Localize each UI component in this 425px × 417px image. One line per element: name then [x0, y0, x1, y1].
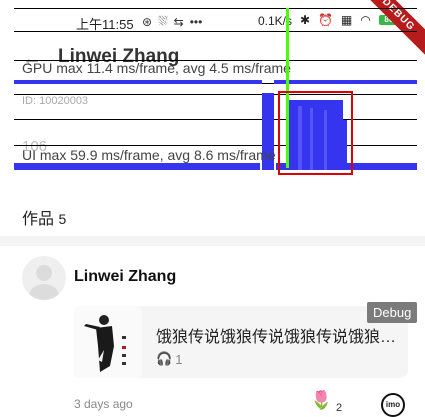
app-icon: ⛆ — [158, 14, 168, 28]
notification-icon: ⊛ — [142, 14, 153, 29]
headphones-icon: 🎧 — [156, 351, 173, 366]
ui-spike-bar — [287, 100, 343, 170]
play-count: 🎧 1 — [156, 351, 182, 367]
avatar-placeholder-head — [36, 265, 52, 281]
ui-perf-label: UI max 59.9 ms/frame, avg 8.6 ms/frame — [22, 147, 276, 163]
work-title: 饿狼传说饿狼传说饿狼传说饿狼传说 — [156, 329, 402, 346]
ui-baseline-bar — [276, 163, 417, 170]
works-heading: 作品 5 — [22, 205, 66, 229]
works-count: 5 — [58, 211, 67, 227]
ui-baseline-bar — [14, 163, 260, 170]
ui-spike-bar — [298, 106, 302, 170]
avatar[interactable] — [22, 256, 66, 300]
ui-spike-bar — [262, 93, 274, 170]
works-label: 作品 — [22, 211, 55, 228]
ui-spike-bar — [310, 108, 313, 170]
imo-button[interactable]: imo — [381, 393, 405, 417]
avatar-placeholder-body — [29, 284, 59, 300]
profile-stat: 106 — [22, 138, 48, 155]
dancer-image — [74, 306, 142, 378]
play-count-value: 1 — [175, 351, 183, 367]
work-card[interactable]: 饿狼传说饿狼传说饿狼传说饿狼传说 🎧 1 — [74, 306, 408, 378]
gpu-baseline-bar — [274, 80, 417, 84]
network-speed: 0.1K/s — [258, 14, 293, 28]
profile-id: ID: 10020003 — [22, 95, 89, 107]
flower-icon[interactable]: 🌷 — [310, 390, 332, 411]
status-icons: ⊛ ⛆ ⇆ ••• — [142, 14, 202, 29]
status-bar: 上午11:55 ⊛ ⛆ ⇆ ••• 0.1K/s ✱ ⏰ ▦ ◠ 80 — [0, 0, 425, 42]
wifi-icon: ◠ — [360, 13, 371, 27]
perf-gridline — [14, 119, 417, 120]
status-time: 上午11:55 — [76, 17, 134, 32]
profile-name: Linwei Zhang — [58, 46, 180, 67]
alarm-icon: ⏰ — [318, 13, 334, 27]
section-divider — [0, 236, 425, 246]
translate-icon: ⇆ — [173, 14, 184, 29]
perf-gridline — [14, 83, 417, 84]
post-time: 3 days ago — [74, 397, 133, 411]
more-dots-icon: ••• — [189, 14, 203, 29]
ui-spike-bar — [324, 110, 327, 170]
debug-tag: Debug — [367, 302, 418, 323]
flower-count: 2 — [336, 402, 343, 414]
highlight-box — [278, 91, 353, 175]
back-arrow-icon[interactable]: ← — [22, 48, 42, 71]
gpu-baseline-bar — [14, 80, 262, 84]
bluetooth-icon: ✱ — [300, 13, 311, 27]
ui-spike-bar — [343, 120, 347, 170]
perf-gridline — [14, 145, 417, 146]
no-sim-icon: ▦ — [341, 13, 353, 27]
author-name[interactable]: Linwei Zhang — [74, 268, 176, 286]
work-thumbnail — [74, 306, 142, 378]
